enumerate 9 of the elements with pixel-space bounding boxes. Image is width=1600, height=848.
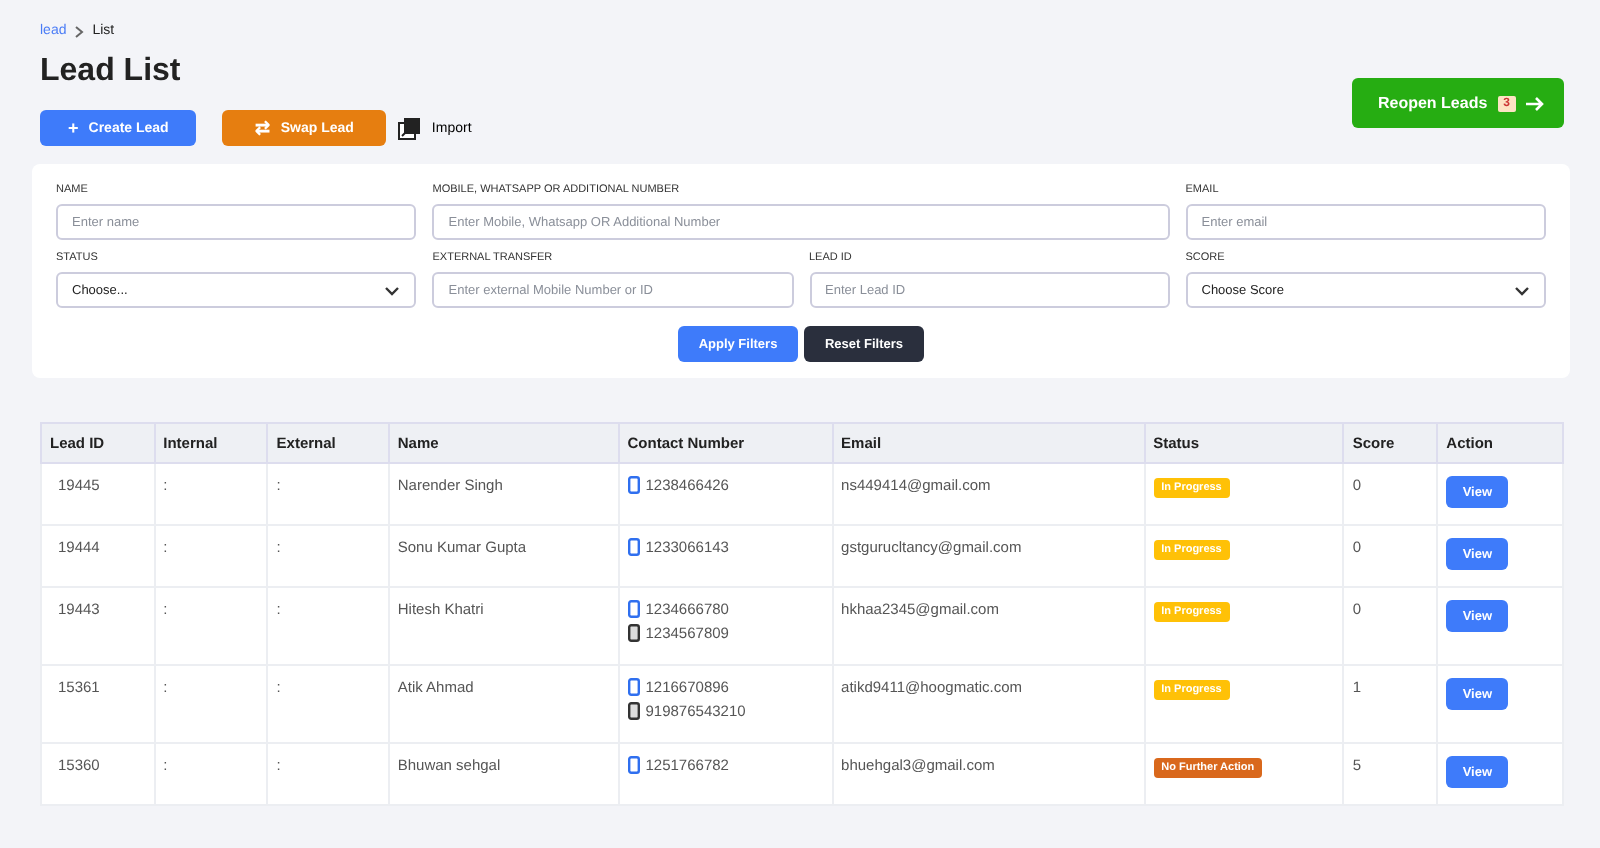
breadcrumb-separator-icon — [74, 25, 85, 37]
chevron-down-icon — [1514, 285, 1530, 295]
phone-icon — [627, 538, 640, 556]
arrow-right-icon — [1526, 95, 1544, 111]
image-icon — [397, 117, 420, 139]
page-title: Lead List — [40, 54, 183, 90]
phone-icon — [627, 756, 640, 774]
phone-icon — [627, 476, 640, 494]
chevron-down-icon — [384, 285, 401, 295]
